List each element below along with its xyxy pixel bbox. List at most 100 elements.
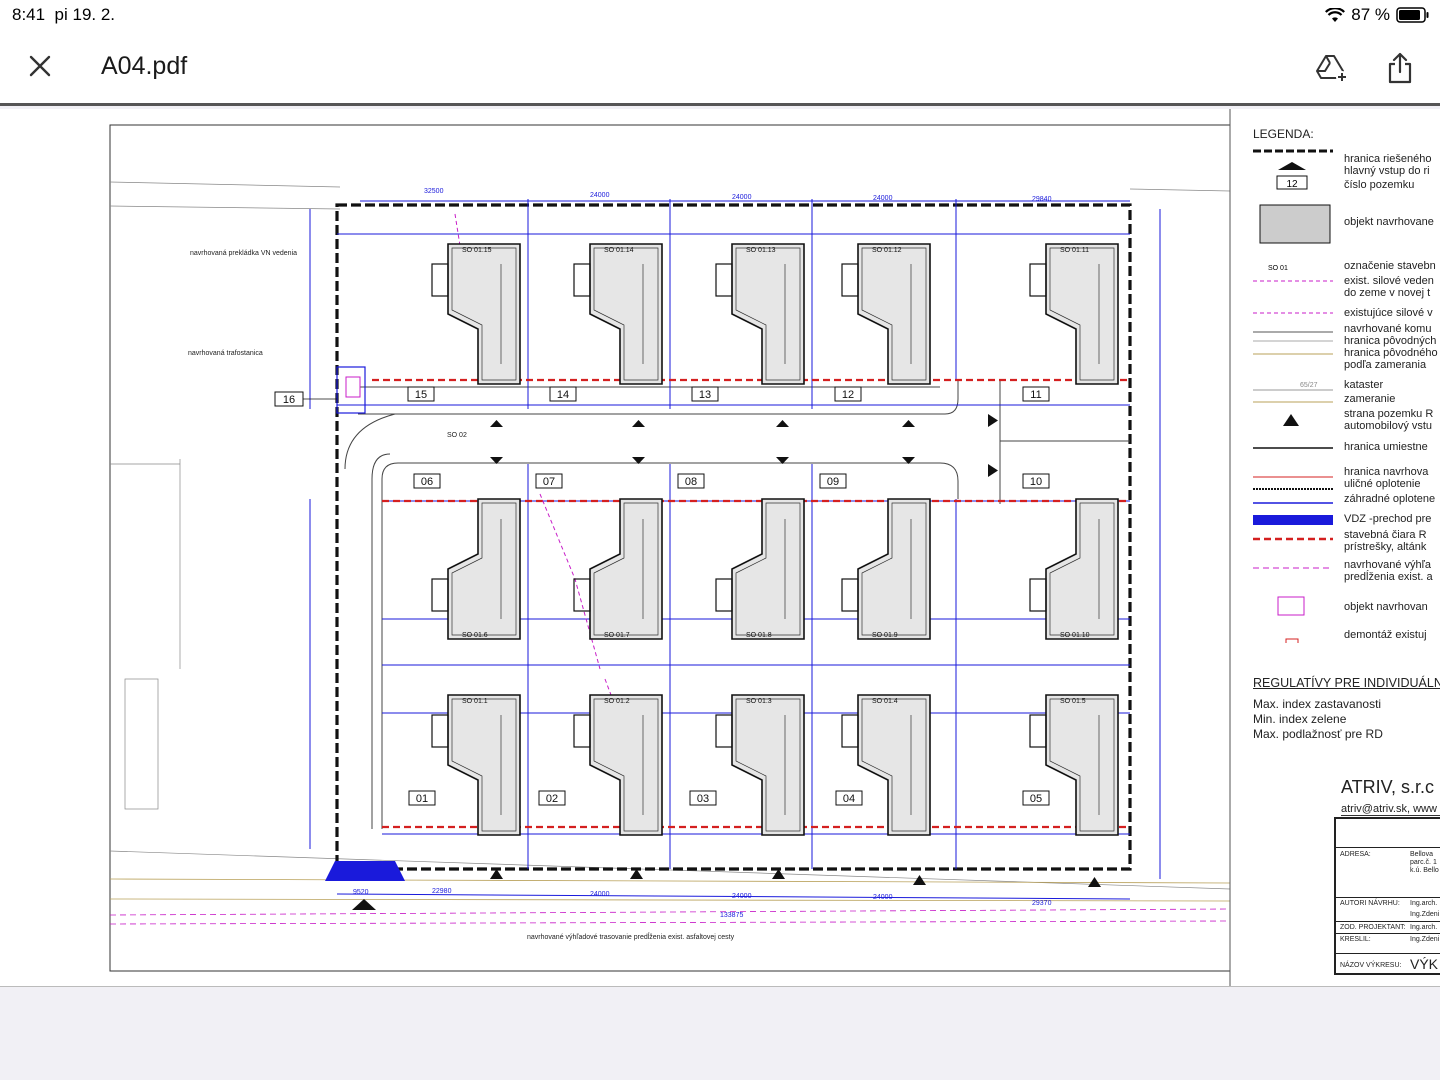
legend-item: záhradné oplotene (1344, 493, 1436, 505)
regulativy-title: REGULATÍVY PRE INDIVIDUÁLN (1253, 676, 1440, 690)
plot-number: 14 (557, 389, 569, 401)
plot-number: 12 (842, 389, 854, 401)
plot-number: 08 (685, 476, 697, 488)
regulativy-item: Max. index zastavanosti (1253, 697, 1382, 711)
viewer-background (0, 987, 1440, 1080)
dim-label: 22980 (432, 888, 452, 895)
plot-number: 15 (415, 389, 427, 401)
plot-number: 10 (1030, 476, 1042, 488)
so02-label: SO 02 (447, 432, 467, 439)
svg-text:65/27: 65/27 (1300, 382, 1318, 389)
legend-item: automobilový vstu (1344, 420, 1433, 432)
status-bar: 8:41 pi 19. 2. 87 % (0, 0, 1440, 30)
house-so-label: SO 01.2 (604, 698, 630, 705)
trafo-annotation: navrhovaná trafostanica (188, 350, 263, 357)
regulativy-item: Min. index zelene (1253, 712, 1347, 726)
legend-item: exist. silové veden (1344, 275, 1434, 287)
house-so-label: SO 01.7 (604, 632, 630, 639)
legend-item: prístrešky, altánk (1344, 541, 1427, 553)
company-name: ATRIV, s.r.c (1341, 777, 1435, 797)
dim-label: 24000 (590, 891, 610, 898)
close-button[interactable] (24, 50, 56, 82)
legend-item: navrhované komu (1344, 323, 1432, 335)
plot-number: 01 (416, 793, 428, 805)
legend-item: hranica navrhova (1344, 466, 1429, 478)
legend-item: existujúce silové v (1344, 307, 1433, 319)
legend-item: hranica umiestne (1344, 441, 1428, 453)
battery-percent: 87 % (1351, 5, 1390, 24)
company-email: atriv@atriv.sk, www (1341, 803, 1440, 816)
close-icon (29, 55, 51, 77)
plot-number: 11 (1030, 389, 1041, 401)
dim-label: 29370 (1032, 900, 1052, 907)
house-so-label: SO 01.13 (746, 247, 776, 254)
site-plan-drawing: SO 01.15 SO 01.14 SO 01.13 SO 01.12 SO 01.11… (109, 109, 1231, 986)
house-so-label: SO 01.10 (1060, 632, 1090, 639)
status-right: 87 % (1325, 5, 1430, 25)
dim-label: 29840 (1032, 196, 1052, 203)
viewer-toolbar: A04.pdf (0, 30, 1440, 106)
legend-item: zameranie (1344, 393, 1396, 405)
regulativy-item: Max. podlažnosť pre RD (1253, 727, 1383, 741)
legend-symbols: 12 SO 01 65/27 (1253, 149, 1333, 643)
title-block: ADRESA: Bellova parc.č. 1 k.ú. Bello AUTORI… (1334, 817, 1440, 975)
legend-item: podľa zamerania (1344, 359, 1427, 371)
document-title: A04.pdf (101, 52, 188, 80)
legend-item: navrhované výhľa (1344, 559, 1431, 571)
legend-item: uličné oplotenie (1344, 478, 1421, 490)
svg-text:12: 12 (1286, 179, 1298, 190)
dim-label: 24000 (873, 894, 893, 901)
dim-label: 24000 (732, 194, 752, 201)
add-to-drive-button[interactable] (1314, 50, 1350, 86)
legend-item: stavebná čiara R (1344, 529, 1427, 541)
dim-label: 32500 (424, 188, 444, 195)
house-so-label: SO 01.11 (1060, 247, 1089, 254)
dim-label: 24000 (873, 195, 893, 202)
vn-annotation: navrhovaná prekládka VN vedenia (190, 250, 297, 257)
share-button[interactable] (1382, 50, 1418, 86)
legend-item: hranica pôvodného (1344, 347, 1438, 359)
house-so-label: SO 01.3 (746, 698, 772, 705)
plot-number: 04 (843, 793, 855, 805)
plot-number: 02 (546, 793, 558, 805)
legend-item: objekt navrhovan (1344, 601, 1428, 613)
legend-title: LEGENDA: (1253, 127, 1314, 141)
house-so-label: SO 01.8 (746, 632, 772, 639)
road-annotation: navrhované výhľadové trasovanie predĺžen… (527, 932, 735, 941)
plot-number: 07 (543, 476, 555, 488)
legend-item: kataster (1344, 379, 1384, 391)
house-so-label: SO 01.9 (872, 632, 898, 639)
legend-item: označenie stavebn (1344, 260, 1436, 272)
plot-16-label: 16 (283, 394, 295, 406)
wifi-icon (1325, 7, 1346, 22)
battery-icon (1396, 7, 1429, 23)
house-so-label: SO 01.1 (462, 698, 488, 705)
legend-item: číslo pozemku (1344, 179, 1415, 191)
share-icon (1388, 52, 1412, 84)
legend-item: hlavný vstup do ri (1344, 165, 1430, 177)
house-so-label: SO 01.6 (462, 632, 488, 639)
dim-label: 9520 (353, 889, 369, 896)
plot-number: 06 (421, 476, 433, 488)
plot-number: 03 (697, 793, 709, 805)
plot-number: 05 (1030, 793, 1042, 805)
drive-add-icon (1316, 55, 1348, 83)
dim-label: 24000 (590, 192, 610, 199)
legend-item: strana pozemku R (1344, 408, 1434, 420)
legend-item: demontáž existuj (1344, 629, 1427, 641)
house-so-label: SO 01.5 (1060, 698, 1086, 705)
house-so-label: SO 01.14 (604, 247, 634, 254)
status-time: 8:41 pi 19. 2. (12, 5, 116, 24)
legend-item: hranica pôvodných (1344, 335, 1437, 347)
dim-label: 133875 (720, 912, 743, 919)
legend-item: hranica riešeného (1344, 153, 1432, 165)
svg-text:SO 01: SO 01 (1268, 265, 1288, 272)
legend-item: do zeme v novej t (1344, 287, 1431, 299)
plot-number: 13 (699, 389, 711, 401)
house-so-label: SO 01.4 (872, 698, 898, 705)
legend-item: predĺženia exist. a (1344, 571, 1433, 583)
dim-label: 24000 (732, 893, 752, 900)
pdf-page[interactable]: SO 01.15 SO 01.14 SO 01.13 SO 01.12 SO 01.11… (0, 109, 1440, 987)
legend-item: VDZ -prechod pre (1344, 513, 1432, 525)
house-so-label: SO 01.15 (462, 247, 492, 254)
